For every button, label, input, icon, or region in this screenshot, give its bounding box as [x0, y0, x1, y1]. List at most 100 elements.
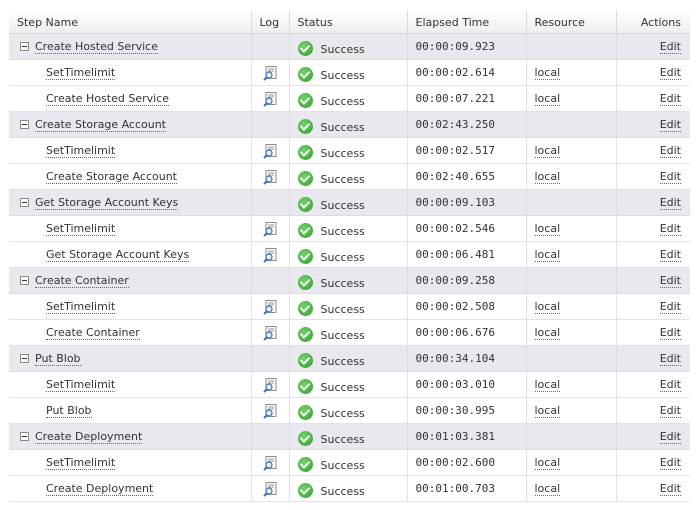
child-step-name[interactable]: Create Deployment [46, 482, 154, 496]
edit-link[interactable]: Edit [659, 326, 681, 340]
group-step-name[interactable]: Get Storage Account Keys [35, 196, 179, 210]
log-magnifier-icon[interactable] [263, 404, 278, 419]
column-header-log[interactable]: Log [251, 11, 290, 34]
step-name-cell: SetTimelimit [9, 293, 252, 320]
resource-link[interactable]: local [534, 482, 561, 496]
child-step-row: SetTimelimit Success 00:00:02.614 local Edit [9, 59, 690, 86]
child-step-name[interactable]: SetTimelimit [46, 222, 116, 236]
elapsed-time: 00:00:07.221 [407, 85, 527, 112]
step-name-cell: Create Deployment [9, 475, 252, 502]
edit-link[interactable]: Edit [659, 482, 681, 496]
collapse-minus-icon[interactable] [20, 198, 29, 207]
edit-link[interactable]: Edit [659, 352, 681, 366]
log-magnifier-icon[interactable] [263, 66, 278, 81]
log-magnifier-icon[interactable] [263, 300, 278, 315]
child-step-name[interactable]: Put Blob [46, 404, 92, 418]
log-cell [251, 293, 290, 320]
column-header-resource[interactable]: Resource [526, 11, 617, 34]
column-header-step-name[interactable]: Step Name [9, 11, 252, 34]
group-step-name[interactable]: Create Deployment [35, 430, 143, 444]
child-step-name[interactable]: Create Container [46, 326, 140, 340]
log-magnifier-icon[interactable] [263, 248, 278, 263]
success-check-icon [297, 456, 313, 472]
elapsed-time: 00:00:09.258 [407, 267, 527, 294]
resource-link[interactable]: local [534, 378, 561, 392]
resource-cell: local [526, 397, 617, 424]
child-step-name[interactable]: Get Storage Account Keys [46, 248, 190, 262]
log-magnifier-icon[interactable] [263, 170, 278, 185]
elapsed-time: 00:00:06.481 [407, 241, 527, 268]
log-magnifier-icon[interactable] [263, 378, 278, 393]
column-header-elapsed-time[interactable]: Elapsed Time [407, 11, 527, 34]
resource-cell: local [526, 163, 617, 190]
actions-cell: Edit [616, 85, 690, 112]
resource-link[interactable]: local [534, 222, 561, 236]
edit-link[interactable]: Edit [659, 248, 681, 262]
status-text: Success [320, 276, 365, 290]
resource-link[interactable]: local [534, 326, 561, 340]
group-step-name[interactable]: Create Storage Account [35, 118, 166, 132]
collapse-minus-icon[interactable] [20, 42, 29, 51]
resource-link[interactable]: local [534, 404, 561, 418]
edit-link[interactable]: Edit [659, 170, 681, 184]
group-row: Create Hosted Service Success 00:00:09.923… [9, 33, 690, 60]
collapse-minus-icon[interactable] [20, 432, 29, 441]
log-magnifier-icon[interactable] [263, 92, 278, 107]
child-step-name[interactable]: SetTimelimit [46, 144, 116, 158]
resource-link[interactable]: local [534, 92, 561, 106]
edit-link[interactable]: Edit [659, 118, 681, 132]
child-step-name[interactable]: SetTimelimit [46, 300, 116, 314]
resource-link[interactable]: local [534, 456, 561, 470]
column-header-actions[interactable]: Actions [616, 11, 690, 34]
edit-link[interactable]: Edit [659, 40, 681, 54]
edit-link[interactable]: Edit [659, 66, 681, 80]
group-step-name[interactable]: Put Blob [35, 352, 81, 366]
edit-link[interactable]: Edit [659, 144, 681, 158]
resource-link[interactable]: local [534, 248, 561, 262]
success-check-icon [297, 144, 313, 160]
edit-link[interactable]: Edit [659, 222, 681, 236]
group-row: Create Deployment Success 00:01:03.381 Edit [9, 423, 690, 450]
column-header-status[interactable]: Status [289, 11, 408, 34]
resource-link[interactable]: local [534, 66, 561, 80]
success-check-icon [297, 482, 313, 498]
resource-link[interactable]: local [534, 170, 561, 184]
child-step-name[interactable]: SetTimelimit [46, 456, 116, 470]
log-magnifier-icon[interactable] [263, 482, 278, 497]
log-magnifier-icon[interactable] [263, 144, 278, 159]
collapse-minus-icon[interactable] [20, 354, 29, 363]
log-magnifier-icon[interactable] [263, 222, 278, 237]
child-step-name[interactable]: Create Storage Account [46, 170, 177, 184]
child-step-name[interactable]: Create Hosted Service [46, 92, 169, 106]
edit-link[interactable]: Edit [659, 430, 681, 444]
resource-link[interactable]: local [534, 300, 561, 314]
edit-link[interactable]: Edit [659, 92, 681, 106]
status-text: Success [320, 302, 365, 316]
status-cell: Success [289, 293, 408, 320]
child-step-name[interactable]: SetTimelimit [46, 66, 116, 80]
child-step-name[interactable]: SetTimelimit [46, 378, 116, 392]
child-step-row: SetTimelimit Success 00:00:02.546 local Edit [9, 215, 690, 242]
edit-link[interactable]: Edit [659, 378, 681, 392]
log-cell [251, 137, 290, 164]
collapse-minus-icon[interactable] [20, 120, 29, 129]
log-magnifier-icon[interactable] [263, 456, 278, 471]
edit-link[interactable]: Edit [659, 456, 681, 470]
child-step-row: Create Hosted Service Success 00:00:07.221… [9, 85, 690, 112]
elapsed-time: 00:00:02.508 [407, 293, 527, 320]
resource-cell: local [526, 137, 617, 164]
edit-link[interactable]: Edit [659, 300, 681, 314]
collapse-minus-icon[interactable] [20, 276, 29, 285]
child-step-row: Put Blob Success 00:00:30.995 local Edit [9, 397, 690, 424]
log-magnifier-icon[interactable] [263, 326, 278, 341]
group-step-name[interactable]: Create Container [35, 274, 129, 288]
edit-link[interactable]: Edit [659, 404, 681, 418]
actions-cell: Edit [616, 33, 690, 60]
resource-cell-empty [526, 345, 617, 372]
edit-link[interactable]: Edit [659, 274, 681, 288]
group-step-name[interactable]: Create Hosted Service [35, 40, 158, 54]
resource-link[interactable]: local [534, 144, 561, 158]
edit-link[interactable]: Edit [659, 196, 681, 210]
success-check-icon [297, 196, 313, 212]
log-cell [251, 449, 290, 476]
